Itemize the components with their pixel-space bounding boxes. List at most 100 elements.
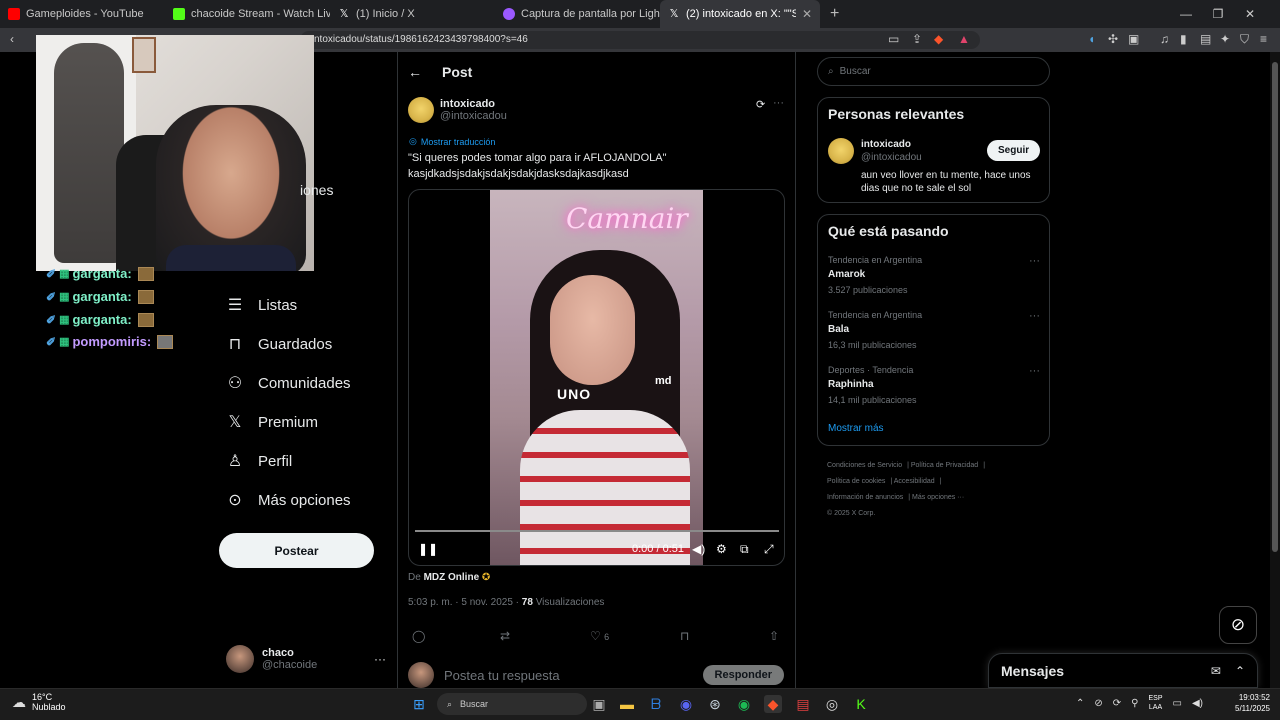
nav-item-more-options[interactable]: ⊙ Más opciones (226, 491, 350, 510)
more-icon[interactable]: ··· (1029, 365, 1040, 377)
nav-item-communities[interactable]: ⚇ Comunidades (226, 374, 351, 393)
trend-item[interactable]: Tendencia en Argentina Amarok 3.527 publ… (828, 255, 1040, 295)
close-window-button[interactable]: ✕ (1234, 7, 1266, 21)
url-field[interactable]: ntoxicadou/status/1986162423439798400?s=… (300, 31, 980, 49)
reply-button[interactable]: Responder (702, 665, 784, 685)
video-player[interactable]: Camnair UNO md ❚❚ 0:00 / 0:51 ◀) ⚙ ⧉ ⤢ (408, 189, 785, 566)
brave-icon[interactable]: ◆ (764, 695, 782, 713)
post-timestamp[interactable]: 5:03 p. m. · 5 nov. 2025 · (408, 597, 519, 608)
language-indicator[interactable]: ESP LAA (1149, 694, 1163, 712)
microphone-icon[interactable]: ⚲ (1131, 698, 1138, 709)
expand-icon[interactable]: ⌃ (1235, 664, 1245, 678)
fullscreen-icon[interactable]: ⤢ (764, 542, 774, 557)
kick-icon[interactable]: K (852, 695, 870, 713)
like-button[interactable]: ♡ 6 (590, 629, 609, 643)
cast-icon[interactable]: ▭ (888, 32, 899, 46)
minimize-button[interactable]: — (1170, 7, 1202, 21)
video-progress-bar[interactable] (415, 530, 779, 532)
reply-input[interactable]: Postea tu respuesta (444, 668, 560, 683)
nav-item-profile[interactable]: ♙ Perfil (226, 452, 292, 471)
nav-item-premium[interactable]: 𝕏 Premium (226, 413, 318, 432)
pause-icon[interactable]: ❚❚ (418, 542, 438, 556)
back-arrow-icon[interactable]: ← (408, 64, 422, 80)
user-name[interactable]: intoxicado (861, 139, 911, 150)
share-icon[interactable]: ⇧ (769, 629, 779, 643)
brave-shield-icon[interactable]: ◆ (934, 32, 943, 46)
brave-rewards-icon[interactable]: ▲ (958, 32, 970, 46)
nav-item-lists[interactable]: ☰ Listas (226, 296, 297, 315)
post-author[interactable]: intoxicado @intoxicadou (408, 97, 507, 123)
chevron-up-icon[interactable]: ⌃ (1076, 698, 1084, 709)
network-icon[interactable]: ⊘ (1094, 698, 1102, 709)
post-button[interactable]: Postear (219, 533, 374, 568)
trend-item[interactable]: Tendencia en Argentina Bala 16,3 mil pub… (828, 310, 1040, 350)
task-view-icon[interactable]: ▣ (590, 695, 608, 713)
footer-link[interactable]: Política de Privacidad (911, 462, 978, 469)
music-icon[interactable]: ♫ (1160, 32, 1169, 46)
obs-icon[interactable]: ◎ (823, 695, 841, 713)
footer-link[interactable]: Política de cookies (827, 478, 885, 485)
settings-icon[interactable]: ⚙ (716, 542, 727, 556)
pip-icon[interactable]: ⧉ (740, 542, 749, 557)
new-tab-button[interactable]: + (820, 5, 849, 23)
footer-link[interactable]: Condiciones de Servicio (827, 462, 902, 469)
tab-kick[interactable]: chacoide Stream - Watch Live on (165, 0, 330, 28)
messages-drawer[interactable]: Mensajes ✉ ⌃ (988, 653, 1258, 688)
vpn-icon[interactable]: ⛉ (1240, 32, 1249, 47)
extensions-icon[interactable]: ✣ (1108, 32, 1118, 46)
restore-button[interactable]: ❐ (1202, 7, 1234, 21)
volume-icon[interactable]: ◀) (1192, 698, 1203, 709)
footer-link[interactable]: Información de anuncios (827, 494, 903, 501)
wallet-icon[interactable]: ▤ (1200, 32, 1211, 46)
trend-item[interactable]: Deportes · Tendencia Raphinha 14,1 mil p… (828, 365, 1040, 405)
display-icon[interactable]: ▭ (1173, 698, 1182, 709)
audio-icon[interactable]: ◖ (1088, 32, 1095, 46)
volume-icon[interactable]: ◀) (692, 542, 705, 556)
new-message-icon[interactable]: ✉ (1211, 664, 1221, 678)
nav-item-bookmarks[interactable]: ⊓ Guardados (226, 335, 332, 354)
bookmark-icon[interactable]: ⊓ (680, 629, 689, 643)
discord-icon[interactable]: ◉ (677, 695, 695, 713)
edge-icon[interactable]: ᗷ (647, 695, 665, 713)
follow-button[interactable]: Seguir (987, 140, 1041, 161)
sidebar-icon[interactable]: ▮ (1180, 32, 1187, 46)
reply-icon[interactable]: ◯ (412, 629, 425, 643)
menu-icon[interactable]: ≡ (1260, 32, 1267, 46)
avatar[interactable] (408, 97, 434, 123)
grok-icon[interactable]: ⟳ (756, 98, 765, 111)
repost-icon[interactable]: ⇄ (500, 629, 510, 643)
back-icon[interactable]: ‹ (10, 32, 14, 46)
share-icon[interactable]: ⇪ (912, 32, 922, 46)
windows-start-icon[interactable]: ⊞ (410, 695, 428, 713)
tab-active-post[interactable]: 𝕏 (2) intoxicado en X: ""Si queres p ✕ (660, 0, 820, 28)
taskbar-clock[interactable]: 19:03:52 5/11/2025 (1226, 692, 1270, 714)
reader-icon[interactable]: ▣ (1128, 32, 1139, 46)
grok-button[interactable]: ⊘ (1219, 606, 1257, 644)
close-tab-icon[interactable]: ✕ (802, 7, 812, 21)
file-explorer-icon[interactable]: ▬ (618, 695, 636, 713)
footer-link[interactable]: Accesibilidad (894, 478, 935, 485)
sync-icon[interactable]: ⟳ (1113, 698, 1121, 709)
avatar[interactable] (828, 138, 854, 164)
more-icon[interactable]: ··· (773, 97, 784, 109)
nav-partial-label[interactable]: iones (300, 182, 333, 198)
author-name[interactable]: intoxicado (440, 98, 507, 110)
show-more-link[interactable]: Mostrar más (828, 423, 884, 434)
leo-icon[interactable]: ✦ (1220, 32, 1230, 46)
tab-youtube[interactable]: Gameploides - YouTube (0, 0, 165, 28)
weather-widget[interactable]: ☁ 16°C Nublado (12, 692, 66, 712)
account-switcher[interactable]: chaco @chacoide ··· (226, 643, 386, 675)
footer-link[interactable]: Más opciones ··· (912, 494, 964, 501)
tab-x-home[interactable]: 𝕏 (1) Inicio / X (330, 0, 495, 28)
source-name[interactable]: MDZ Online (424, 572, 480, 583)
search-input[interactable]: ⌕ Buscar (817, 57, 1050, 86)
steam-icon[interactable]: ⊛ (706, 695, 724, 713)
more-icon[interactable]: ··· (1029, 310, 1040, 322)
translate-link[interactable]: ◎ Mostrar traducción (409, 136, 495, 147)
app-icon[interactable]: ▤ (794, 695, 812, 713)
more-icon[interactable]: ··· (1029, 255, 1040, 267)
taskbar-search[interactable]: ⌕ Buscar (437, 693, 587, 715)
more-icon[interactable]: ··· (374, 652, 386, 666)
scrollbar[interactable] (1270, 52, 1280, 688)
spotify-icon[interactable]: ◉ (735, 695, 753, 713)
